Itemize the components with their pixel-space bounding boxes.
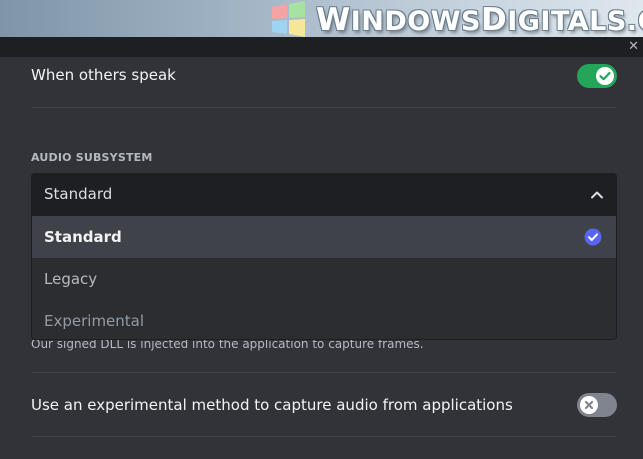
divider <box>31 372 616 373</box>
toggle-knob <box>580 396 598 414</box>
option-label: Legacy <box>44 270 98 288</box>
audio-subsystem-dropdown: Standard Legacy Experimental <box>31 216 617 340</box>
divider <box>31 107 616 108</box>
selected-check-icon <box>584 228 602 246</box>
window-titlebar: ✕ <box>0 37 643 57</box>
chevron-up-icon[interactable] <box>590 188 604 202</box>
experimental-capture-label: Use an experimental method to capture au… <box>31 396 513 414</box>
audio-subsystem-select[interactable]: Standard <box>31 173 617 216</box>
option-experimental[interactable]: Experimental <box>32 300 616 339</box>
watermark-text: WINDOWSDIGITALS.COM <box>316 2 643 37</box>
select-value: Standard <box>44 185 113 203</box>
x-icon <box>584 400 594 410</box>
watermark-banner: WINDOWSDIGITALS.COM <box>0 0 643 37</box>
audio-subsystem-heading: AUDIO SUBSYSTEM <box>31 151 153 164</box>
toggle-knob <box>596 67 614 85</box>
watermark-logo-icon <box>272 1 305 37</box>
close-icon[interactable]: ✕ <box>628 37 639 57</box>
divider <box>31 436 616 437</box>
experimental-capture-toggle[interactable] <box>577 393 617 417</box>
check-icon <box>599 71 611 81</box>
option-legacy[interactable]: Legacy <box>32 258 616 300</box>
others-speak-toggle[interactable] <box>577 64 617 88</box>
option-label: Standard <box>44 228 122 246</box>
option-standard[interactable]: Standard <box>32 216 616 258</box>
others-speak-label: When others speak <box>31 66 176 84</box>
option-label: Experimental <box>44 312 145 330</box>
